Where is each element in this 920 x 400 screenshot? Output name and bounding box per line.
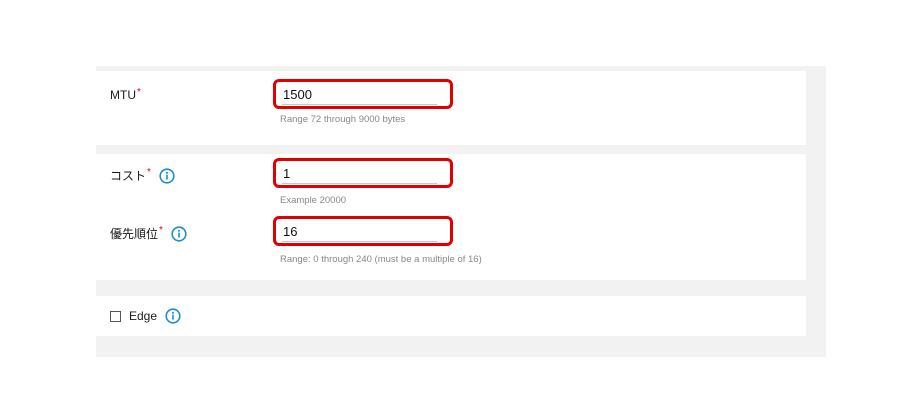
edge-label: Edge [129, 309, 158, 323]
mtu-hint: Range 72 through 9000 bytes [280, 114, 406, 125]
cost-priority-section: コスト * Example 20000 優先順位 * [96, 154, 806, 280]
cost-hint: Example 20000 [280, 195, 347, 206]
edge-checkbox[interactable] [110, 310, 121, 322]
priority-input[interactable] [282, 222, 437, 242]
priority-required-mark: * [159, 225, 163, 236]
mtu-label-text: MTU [110, 88, 136, 102]
cost-input[interactable] [282, 164, 437, 184]
info-icon[interactable] [159, 167, 175, 184]
mtu-section: MTU * Range 72 through 9000 bytes [96, 71, 806, 145]
mtu-label: MTU * [110, 86, 141, 103]
priority-label: 優先順位 * [110, 225, 187, 242]
cost-required-mark: * [147, 167, 151, 178]
mtu-field-highlight [273, 79, 453, 109]
settings-panel: MTU * Range 72 through 9000 bytes コスト * … [96, 66, 826, 357]
edge-section: Edge [96, 296, 806, 336]
edge-checkbox-row: Edge [110, 308, 181, 324]
info-icon[interactable] [171, 225, 187, 242]
cost-label-text: コスト [110, 169, 147, 183]
priority-label-text: 優先順位 [110, 227, 159, 241]
mtu-input[interactable] [282, 85, 437, 105]
cost-field-highlight [273, 158, 453, 188]
mtu-required-mark: * [137, 86, 141, 98]
cost-label: コスト * [110, 167, 175, 184]
info-icon[interactable] [165, 308, 181, 324]
priority-hint: Range: 0 through 240 (must be a multiple… [280, 254, 482, 265]
priority-field-highlight [273, 216, 453, 246]
